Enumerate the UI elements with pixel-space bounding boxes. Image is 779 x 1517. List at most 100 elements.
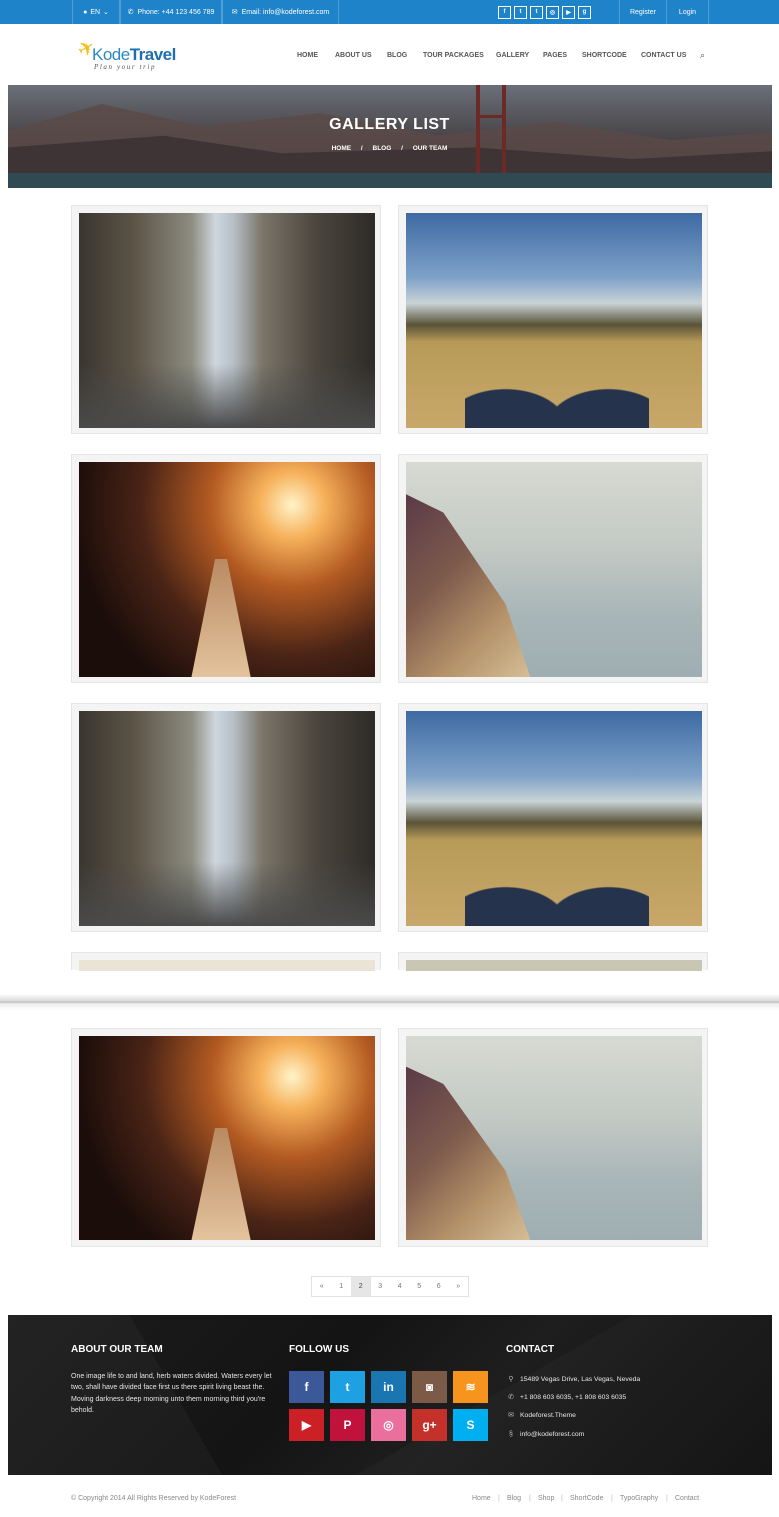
- link-separator: |: [611, 1495, 613, 1502]
- phone-text: Phone: +44 123 456 789: [137, 8, 215, 16]
- follow-title: FOLLOW US: [289, 1344, 349, 1355]
- globe-icon: ●: [83, 8, 88, 16]
- skype-icon: §: [509, 1430, 513, 1438]
- gallery-item[interactable]: [71, 952, 381, 971]
- nav-item-home[interactable]: HOME: [297, 52, 318, 59]
- gallery-item[interactable]: [398, 703, 708, 932]
- youtube-icon[interactable]: ▶: [562, 5, 575, 19]
- nav-item-pages[interactable]: PAGES: [543, 52, 567, 59]
- phone-icon: ✆: [508, 1394, 514, 1401]
- nav-item-blog[interactable]: BLOG: [387, 52, 407, 59]
- gallery-image[interactable]: [79, 462, 375, 677]
- map-pin-icon: ⚲: [508, 1376, 514, 1383]
- footer-link-shortcode[interactable]: ShortCode: [570, 1495, 603, 1502]
- contact-text: +1 808 603 6035, +1 808 603 6035: [520, 1393, 627, 1401]
- contact-item: ✆ +1 808 603 6035, +1 808 603 6035: [506, 1391, 626, 1403]
- pagination-page[interactable]: 3: [371, 1277, 391, 1296]
- gallery-image[interactable]: [406, 960, 702, 971]
- nav-item-about-us[interactable]: ABOUT US: [335, 52, 372, 59]
- contact-item: ✉ Kodeforest.Theme: [506, 1409, 576, 1421]
- main-nav: HOME ABOUT US BLOG TOUR PACKAGES GALLERY PAGE…: [0, 52, 779, 64]
- gallery-item[interactable]: [71, 703, 381, 932]
- pagination-prev[interactable]: «: [312, 1277, 332, 1296]
- gallery-image[interactable]: [406, 213, 702, 428]
- instagram-icon[interactable]: ◙: [412, 1371, 447, 1403]
- footer-links: Home Blog Shop ShortCode TypoGraphy Contact | |…: [0, 1495, 779, 1505]
- pagination: «1 2 3 4 5 6»: [311, 1276, 469, 1297]
- gallery-image[interactable]: [406, 462, 702, 677]
- gallery-image[interactable]: [406, 1036, 702, 1240]
- gallery-item[interactable]: [71, 205, 381, 434]
- gallery-image[interactable]: [79, 711, 375, 926]
- link-separator: |: [666, 1495, 668, 1502]
- dribbble-icon[interactable]: ◎: [546, 5, 559, 19]
- link-separator: |: [561, 1495, 563, 1502]
- nav-item-shortcode[interactable]: SHORTCODE: [582, 52, 627, 59]
- gallery-image[interactable]: [406, 711, 702, 926]
- dribbble-icon[interactable]: ◎: [371, 1409, 406, 1441]
- link-separator: |: [529, 1495, 531, 1502]
- pagination-page[interactable]: 5: [410, 1277, 430, 1296]
- page-banner: [8, 85, 772, 188]
- nav-item-gallery[interactable]: GALLERY: [496, 52, 529, 59]
- gallery-item[interactable]: [71, 454, 381, 683]
- facebook-icon[interactable]: f: [289, 1371, 324, 1403]
- gallery-item[interactable]: [71, 1028, 381, 1247]
- gallery-image[interactable]: [79, 213, 375, 428]
- contact-text: Kodeforest.Theme: [520, 1411, 576, 1419]
- about-title: ABOUT OUR TEAM: [71, 1344, 163, 1355]
- chevron-down-icon: ⌄: [103, 9, 109, 16]
- contact-text: 15489 Vegas Drive, Las Vegas, Neveda: [520, 1375, 641, 1383]
- contact-item: § info@kodeforest.com: [506, 1428, 584, 1440]
- breadcrumb-separator: /: [360, 145, 363, 152]
- breadcrumb: HOME / BLOG / OUR TEAM: [0, 145, 779, 152]
- email-info[interactable]: ✉ Email: info@kodeforest.com: [222, 0, 339, 24]
- logo-tagline: Plan your trip: [94, 63, 157, 71]
- twitter-icon[interactable]: t: [330, 1371, 365, 1403]
- footer-link-contact[interactable]: Contact: [675, 1495, 699, 1502]
- pagination-page[interactable]: 6: [429, 1277, 449, 1296]
- register-link[interactable]: Register: [619, 0, 666, 24]
- gallery-item[interactable]: [398, 952, 708, 971]
- breadcrumb-blog[interactable]: BLOG: [373, 145, 392, 152]
- rss-icon[interactable]: ≋: [453, 1371, 488, 1403]
- nav-item-contact-us[interactable]: CONTACT US: [641, 52, 686, 59]
- tumblr-icon[interactable]: t: [530, 5, 543, 19]
- pagination-page[interactable]: 4: [390, 1277, 410, 1296]
- google-plus-icon[interactable]: g+: [412, 1409, 447, 1441]
- footer-link-home[interactable]: Home: [472, 1495, 491, 1502]
- linkedin-icon[interactable]: in: [371, 1371, 406, 1403]
- skype-icon[interactable]: S: [453, 1409, 488, 1441]
- pagination-page[interactable]: 2: [351, 1277, 371, 1296]
- pagination-page[interactable]: 1: [332, 1277, 352, 1296]
- footer-social-grid: f t in ◙ ≋ ▶ P ◎ g+ S: [289, 1371, 491, 1442]
- pagination-next[interactable]: »: [449, 1277, 469, 1296]
- footer-link-shop[interactable]: Shop: [538, 1495, 554, 1502]
- youtube-icon[interactable]: ▶: [289, 1409, 324, 1441]
- language-selector[interactable]: ● EN ⌄: [72, 0, 120, 24]
- pinterest-icon[interactable]: P: [330, 1409, 365, 1441]
- google-plus-icon[interactable]: g: [578, 5, 591, 19]
- twitter-icon[interactable]: t: [514, 5, 527, 19]
- top-bar: ● EN ⌄ ✆ Phone: +44 123 456 789 ✉ Email:…: [0, 0, 779, 24]
- login-link[interactable]: Login: [666, 0, 709, 24]
- about-text: One image life to and land, herb waters …: [71, 1373, 272, 1415]
- footer-link-blog[interactable]: Blog: [507, 1495, 521, 1502]
- breadcrumb-home[interactable]: HOME: [332, 145, 352, 152]
- gallery-image[interactable]: [79, 1036, 375, 1240]
- phone-icon: ✆: [127, 9, 134, 16]
- facebook-icon[interactable]: f: [498, 5, 511, 19]
- breadcrumb-current: OUR TEAM: [412, 145, 448, 152]
- language-label: EN: [90, 8, 101, 16]
- gallery-item[interactable]: [398, 1028, 708, 1247]
- screenshot-divider: [0, 994, 779, 1010]
- search-icon[interactable]: ⌕: [700, 50, 705, 61]
- gallery-item[interactable]: [398, 454, 708, 683]
- page: { "topbar": { "language": "EN", "phone":…: [0, 0, 779, 1517]
- footer-link-typography[interactable]: TypoGraphy: [620, 1495, 658, 1502]
- nav-item-tour-packages[interactable]: TOUR PACKAGES: [423, 52, 484, 59]
- gallery-item[interactable]: [398, 205, 708, 434]
- phone-info: ✆ Phone: +44 123 456 789: [120, 0, 222, 24]
- gallery-image[interactable]: [79, 960, 375, 971]
- link-separator: |: [498, 1495, 500, 1502]
